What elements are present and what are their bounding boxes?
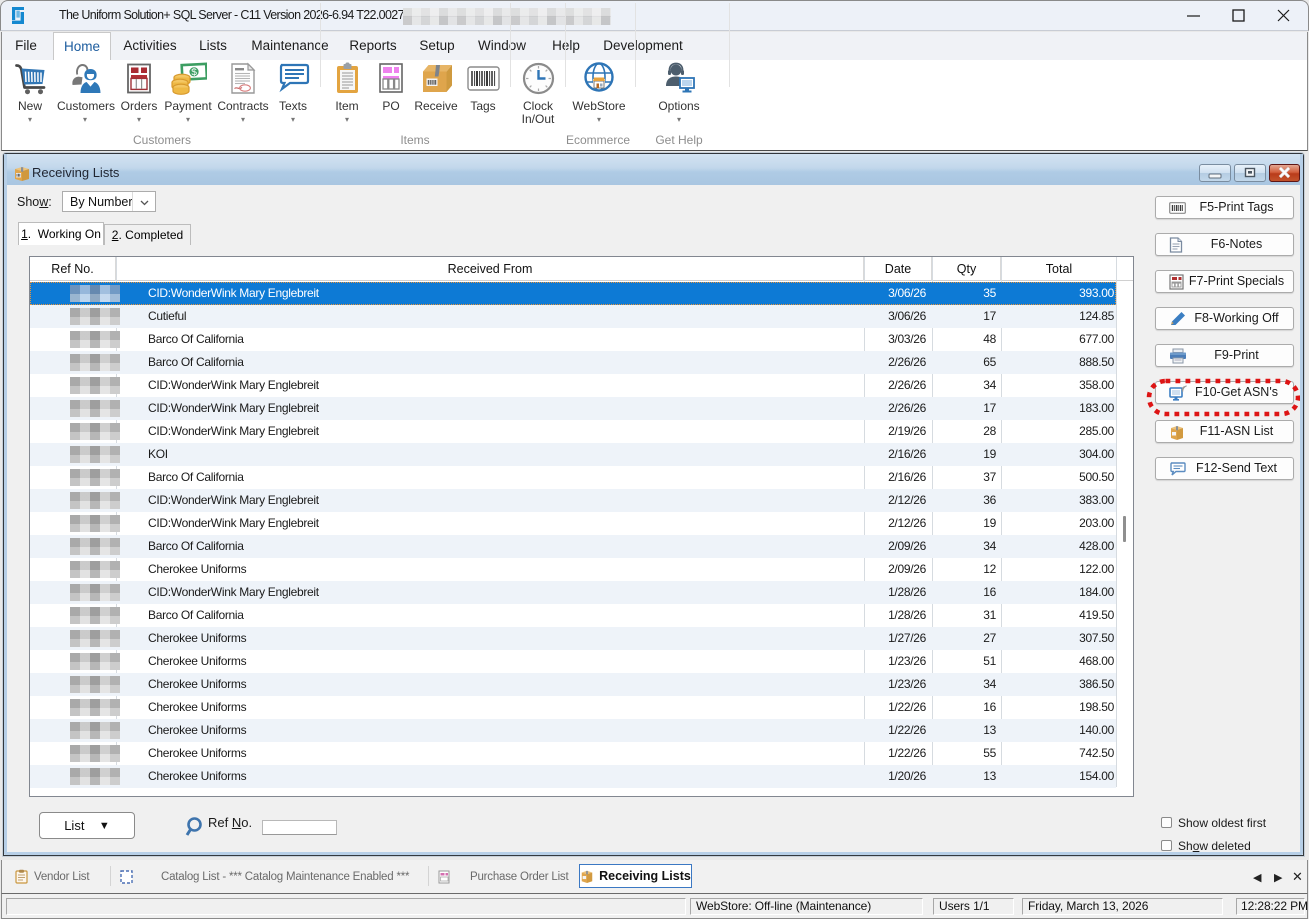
svg-text:$: $ <box>191 67 198 78</box>
